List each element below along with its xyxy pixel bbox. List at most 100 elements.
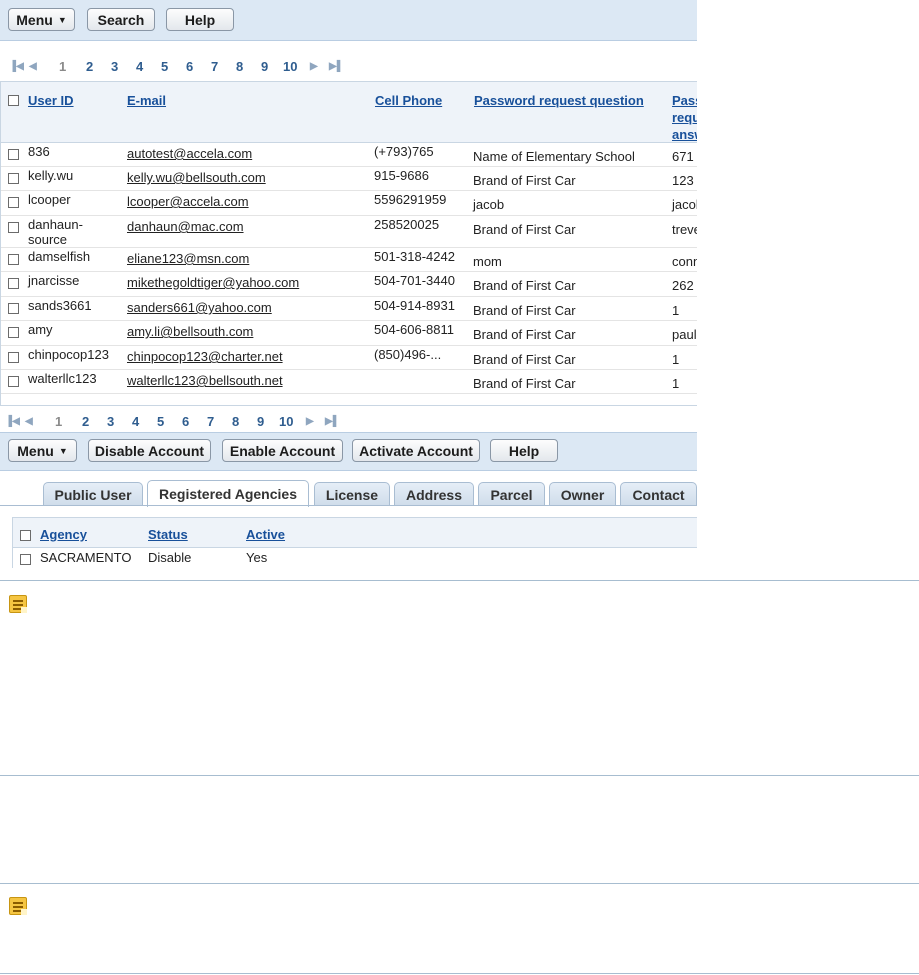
user-id-cell: chinpocop123 <box>28 347 109 362</box>
row-checkbox[interactable] <box>8 278 19 289</box>
page-link-1[interactable]: 1 <box>59 59 66 74</box>
help-button[interactable]: Help <box>166 8 234 31</box>
table-row[interactable]: chinpocop123 chinpocop123@charter.net (850… <box>1 346 697 370</box>
previous-page-icon[interactable]: ◀ <box>25 416 33 427</box>
answer-cell: 262 <box>672 278 694 293</box>
column-user-id[interactable]: User ID <box>28 92 74 109</box>
page-link-3[interactable]: 3 <box>111 59 118 74</box>
email-link[interactable]: danhaun@mac.com <box>127 219 244 234</box>
row-checkbox[interactable] <box>8 352 19 363</box>
table-row[interactable]: SACRAMENTO Disable Yes <box>13 548 697 568</box>
enable-account-button[interactable]: Enable Account <box>222 439 343 462</box>
row-checkbox[interactable] <box>8 173 19 184</box>
row-checkbox[interactable] <box>8 303 19 314</box>
table-row[interactable]: jnarcisse mikethegoldtiger@yahoo.com 504-7… <box>1 272 697 297</box>
table-row[interactable]: sands3661 sanders661@yahoo.com 504-914-893… <box>1 297 697 321</box>
activate-account-button[interactable]: Activate Account <box>352 439 480 462</box>
row-checkbox[interactable] <box>8 327 19 338</box>
email-link[interactable]: mikethegoldtiger@yahoo.com <box>127 275 299 290</box>
menu-button[interactable]: Menu ▼ <box>8 8 75 31</box>
tab-parcel[interactable]: Parcel <box>478 482 545 506</box>
email-link[interactable]: lcooper@accela.com <box>127 194 249 209</box>
top-toolbar: Menu ▼ Search Help <box>0 0 697 41</box>
page-link-8[interactable]: 8 <box>232 414 239 429</box>
page-link-7[interactable]: 7 <box>207 414 214 429</box>
page-link-2[interactable]: 2 <box>82 414 89 429</box>
page-link-2[interactable]: 2 <box>86 59 93 74</box>
page-link-4[interactable]: 4 <box>132 414 139 429</box>
detail-tabs: Public User Registered Agencies License … <box>0 480 697 507</box>
tab-owner[interactable]: Owner <box>549 482 616 506</box>
phone-cell: (850)496-... <box>374 347 442 362</box>
page-link-7[interactable]: 7 <box>211 59 218 74</box>
email-link[interactable]: amy.li@bellsouth.com <box>127 324 253 339</box>
column-email[interactable]: E-mail <box>127 92 166 109</box>
page-link-10[interactable]: 10 <box>279 414 293 429</box>
page-link-1[interactable]: 1 <box>55 414 62 429</box>
email-link[interactable]: autotest@accela.com <box>127 146 252 161</box>
next-page-icon[interactable]: ▶ <box>310 61 318 72</box>
table-row[interactable]: danhaun- source danhaun@mac.com 258520025 B… <box>1 216 697 248</box>
help-button[interactable]: Help <box>490 439 558 462</box>
last-page-icon[interactable]: ▶▌ <box>329 61 344 72</box>
table-row[interactable]: lcooper lcooper@accela.com 5596291959 jacob… <box>1 191 697 216</box>
row-checkbox[interactable] <box>8 197 19 208</box>
tab-address[interactable]: Address <box>394 482 474 506</box>
email-link[interactable]: walterllc123@bellsouth.net <box>127 373 283 388</box>
last-page-icon[interactable]: ▶▌ <box>325 416 340 427</box>
tab-license[interactable]: License <box>314 482 390 506</box>
page-link-9[interactable]: 9 <box>257 414 264 429</box>
table-row[interactable]: damselfish eliane123@msn.com 501-318-4242 m… <box>1 248 697 272</box>
page-link-8[interactable]: 8 <box>236 59 243 74</box>
column-active[interactable]: Active <box>246 526 285 543</box>
divider <box>0 973 919 974</box>
table-row[interactable]: walterllc123 walterllc123@bellsouth.net Br… <box>1 370 697 394</box>
email-link[interactable]: kelly.wu@bellsouth.com <box>127 170 266 185</box>
tab-contact[interactable]: Contact <box>620 482 697 506</box>
select-all-checkbox[interactable] <box>20 530 31 541</box>
page-link-5[interactable]: 5 <box>161 59 168 74</box>
column-cell-phone[interactable]: Cell Phone <box>375 92 442 109</box>
column-password-answer[interactable]: Password request answer <box>672 92 697 143</box>
table-row[interactable]: amy amy.li@bellsouth.com 504-606-8811 Brand… <box>1 321 697 346</box>
user-id-cell: damselfish <box>28 249 91 264</box>
table-row[interactable]: 836 autotest@accela.com (+793)765 Name of E… <box>1 143 697 167</box>
email-link[interactable]: sanders661@yahoo.com <box>127 300 272 315</box>
page-link-5[interactable]: 5 <box>157 414 164 429</box>
column-agency[interactable]: Agency <box>40 526 87 543</box>
search-button[interactable]: Search <box>87 8 155 31</box>
first-page-icon[interactable]: ▐◀ <box>9 61 24 72</box>
row-checkbox[interactable] <box>8 376 19 387</box>
phone-cell: 915-9686 <box>374 168 429 183</box>
select-all-checkbox[interactable] <box>8 95 19 106</box>
next-page-icon[interactable]: ▶ <box>306 416 314 427</box>
row-checkbox[interactable] <box>8 254 19 265</box>
agency-cell: SACRAMENTO <box>40 550 132 565</box>
row-checkbox[interactable] <box>8 222 19 233</box>
phone-cell: 501-318-4242 <box>374 249 455 264</box>
menu-button[interactable]: Menu ▼ <box>8 439 77 462</box>
page-link-6[interactable]: 6 <box>186 59 193 74</box>
previous-page-icon[interactable]: ◀ <box>29 61 37 72</box>
answer-cell: 671 <box>672 149 694 164</box>
page-link-10[interactable]: 10 <box>283 59 297 74</box>
first-page-icon[interactable]: ▐◀ <box>5 416 20 427</box>
disable-account-button[interactable]: Disable Account <box>88 439 211 462</box>
row-checkbox[interactable] <box>20 554 31 565</box>
user-id-cell: 836 <box>28 144 50 159</box>
page-link-9[interactable]: 9 <box>261 59 268 74</box>
tab-public-user[interactable]: Public User <box>43 482 143 506</box>
column-status[interactable]: Status <box>148 526 188 543</box>
page-link-3[interactable]: 3 <box>107 414 114 429</box>
email-link[interactable]: chinpocop123@charter.net <box>127 349 283 364</box>
column-password-question[interactable]: Password request question <box>474 92 644 109</box>
pager-bottom: ▐◀ ◀ 1 2 3 4 5 6 7 8 9 10 ▶ ▶▌ <box>0 414 360 430</box>
page-link-6[interactable]: 6 <box>182 414 189 429</box>
page-link-4[interactable]: 4 <box>136 59 143 74</box>
email-link[interactable]: eliane123@msn.com <box>127 251 249 266</box>
tab-registered-agencies[interactable]: Registered Agencies <box>147 480 309 507</box>
table-row[interactable]: kelly.wu kelly.wu@bellsouth.com 915-9686 Br… <box>1 167 697 191</box>
row-checkbox[interactable] <box>8 149 19 160</box>
question-cell: Brand of First Car <box>473 222 576 237</box>
phone-cell: 5596291959 <box>374 192 447 207</box>
